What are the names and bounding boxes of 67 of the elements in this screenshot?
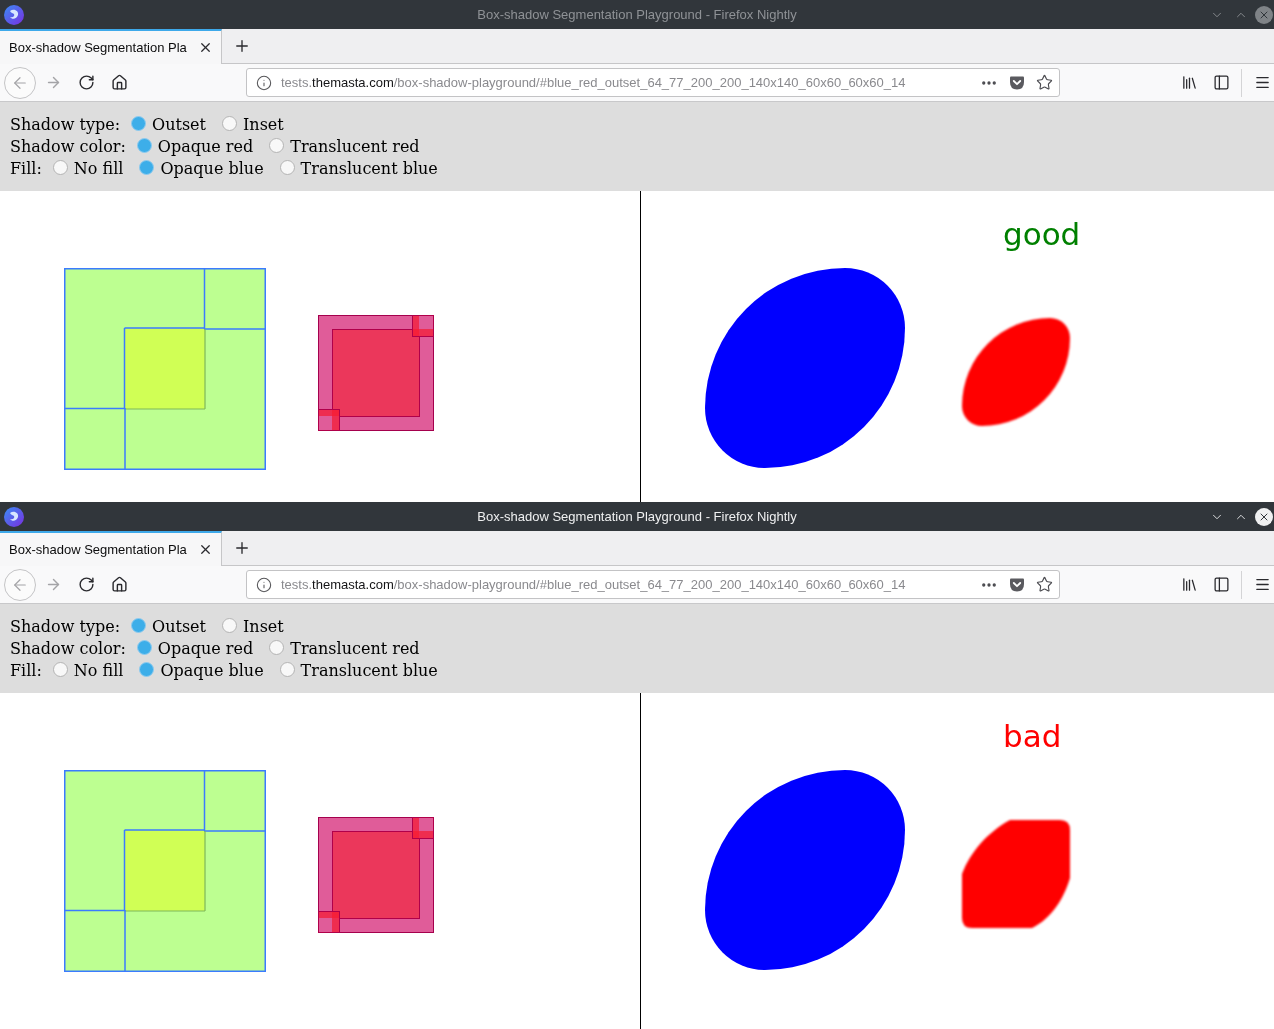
star-icon[interactable] bbox=[1036, 576, 1053, 593]
browser-tab[interactable]: Box-shadow Segmentation Pla bbox=[0, 531, 222, 566]
radio-button[interactable] bbox=[136, 137, 152, 153]
control-label: Fill: bbox=[10, 660, 42, 682]
radio-button[interactable] bbox=[222, 115, 237, 131]
radio-button[interactable] bbox=[131, 115, 147, 131]
star-icon[interactable] bbox=[1036, 74, 1053, 91]
control-label: Shadow color: bbox=[10, 638, 126, 660]
option-label[interactable]: No fill bbox=[73, 158, 124, 180]
url-text: tests.themasta.com/box-shadow-playground/#blue_red_outset_64_77_200_200_140x140_60x60_60x60_14 bbox=[281, 73, 906, 92]
control-label: Shadow type: bbox=[10, 114, 121, 136]
control-label: Shadow color: bbox=[10, 136, 126, 158]
option-label[interactable]: Opaque blue bbox=[160, 158, 264, 180]
radio-button[interactable] bbox=[139, 661, 155, 677]
window-title: Box-shadow Segmentation Playground - Firefox Nightly bbox=[477, 5, 797, 24]
url-field[interactable]: tests.themasta.com/box-shadow-playground/#blue_red_outset_64_77_200_200_140x140_60x60_60x60_14 bbox=[246, 68, 1060, 97]
books-icon[interactable] bbox=[1181, 74, 1198, 91]
app-logo-icon bbox=[4, 4, 24, 25]
option-label[interactable]: Translucent blue bbox=[300, 158, 438, 180]
radio-button[interactable] bbox=[279, 661, 295, 677]
menu-icon[interactable] bbox=[1254, 576, 1271, 593]
radio-button[interactable] bbox=[269, 639, 285, 655]
option-label[interactable]: Outset bbox=[152, 616, 206, 638]
info-icon[interactable] bbox=[256, 74, 272, 91]
control-label: Fill: bbox=[10, 158, 42, 180]
sidebar-icon[interactable] bbox=[1213, 74, 1230, 91]
url-field[interactable]: tests.themasta.com/box-shadow-playground/#blue_red_outset_64_77_200_200_140x140_60x60_60x60_14 bbox=[246, 570, 1060, 599]
shield-icon[interactable] bbox=[1009, 74, 1025, 91]
shield-icon[interactable] bbox=[1009, 576, 1025, 593]
verdict-text: bad bbox=[1003, 721, 1062, 752]
home-icon[interactable] bbox=[111, 576, 128, 593]
window-title: Box-shadow Segmentation Playground - Firefox Nightly bbox=[477, 507, 797, 526]
option-label[interactable]: Opaque blue bbox=[160, 660, 264, 682]
radio-button[interactable] bbox=[52, 661, 68, 677]
sidebar-icon[interactable] bbox=[1213, 576, 1230, 593]
option-label[interactable]: Translucent blue bbox=[300, 660, 438, 682]
books-icon[interactable] bbox=[1181, 576, 1198, 593]
reload-icon[interactable] bbox=[78, 576, 95, 593]
option-label[interactable]: Translucent red bbox=[290, 136, 420, 158]
app-logo-icon bbox=[4, 506, 24, 527]
browser-tab[interactable]: Box-shadow Segmentation Pla bbox=[0, 29, 222, 64]
close-tab-icon[interactable] bbox=[198, 40, 213, 55]
option-label[interactable]: Opaque red bbox=[157, 638, 254, 660]
new-tab-icon[interactable] bbox=[233, 37, 251, 55]
option-label[interactable]: No fill bbox=[73, 660, 124, 682]
close-button[interactable] bbox=[1255, 507, 1273, 526]
info-icon[interactable] bbox=[256, 576, 272, 593]
option-label[interactable]: Outset bbox=[152, 114, 206, 136]
option-label[interactable]: Opaque red bbox=[157, 136, 254, 158]
radio-button[interactable] bbox=[52, 159, 68, 175]
reload-icon[interactable] bbox=[78, 74, 95, 91]
option-label[interactable]: Translucent red bbox=[290, 638, 420, 660]
control-label: Shadow type: bbox=[10, 616, 121, 638]
radio-button[interactable] bbox=[139, 159, 155, 175]
verdict-text: good bbox=[1003, 219, 1081, 250]
home-icon[interactable] bbox=[111, 74, 128, 91]
menu-icon[interactable] bbox=[1254, 74, 1271, 91]
option-label[interactable]: Inset bbox=[243, 616, 284, 638]
radio-button[interactable] bbox=[269, 137, 285, 153]
radio-button[interactable] bbox=[136, 639, 152, 655]
radio-button[interactable] bbox=[222, 617, 237, 633]
new-tab-icon[interactable] bbox=[233, 539, 251, 557]
radio-button[interactable] bbox=[131, 617, 147, 633]
close-tab-icon[interactable] bbox=[198, 542, 213, 557]
option-label[interactable]: Inset bbox=[243, 114, 284, 136]
radio-button[interactable] bbox=[279, 159, 295, 175]
url-text: tests.themasta.com/box-shadow-playground/#blue_red_outset_64_77_200_200_140x140_60x60_60x60_14 bbox=[281, 575, 906, 594]
